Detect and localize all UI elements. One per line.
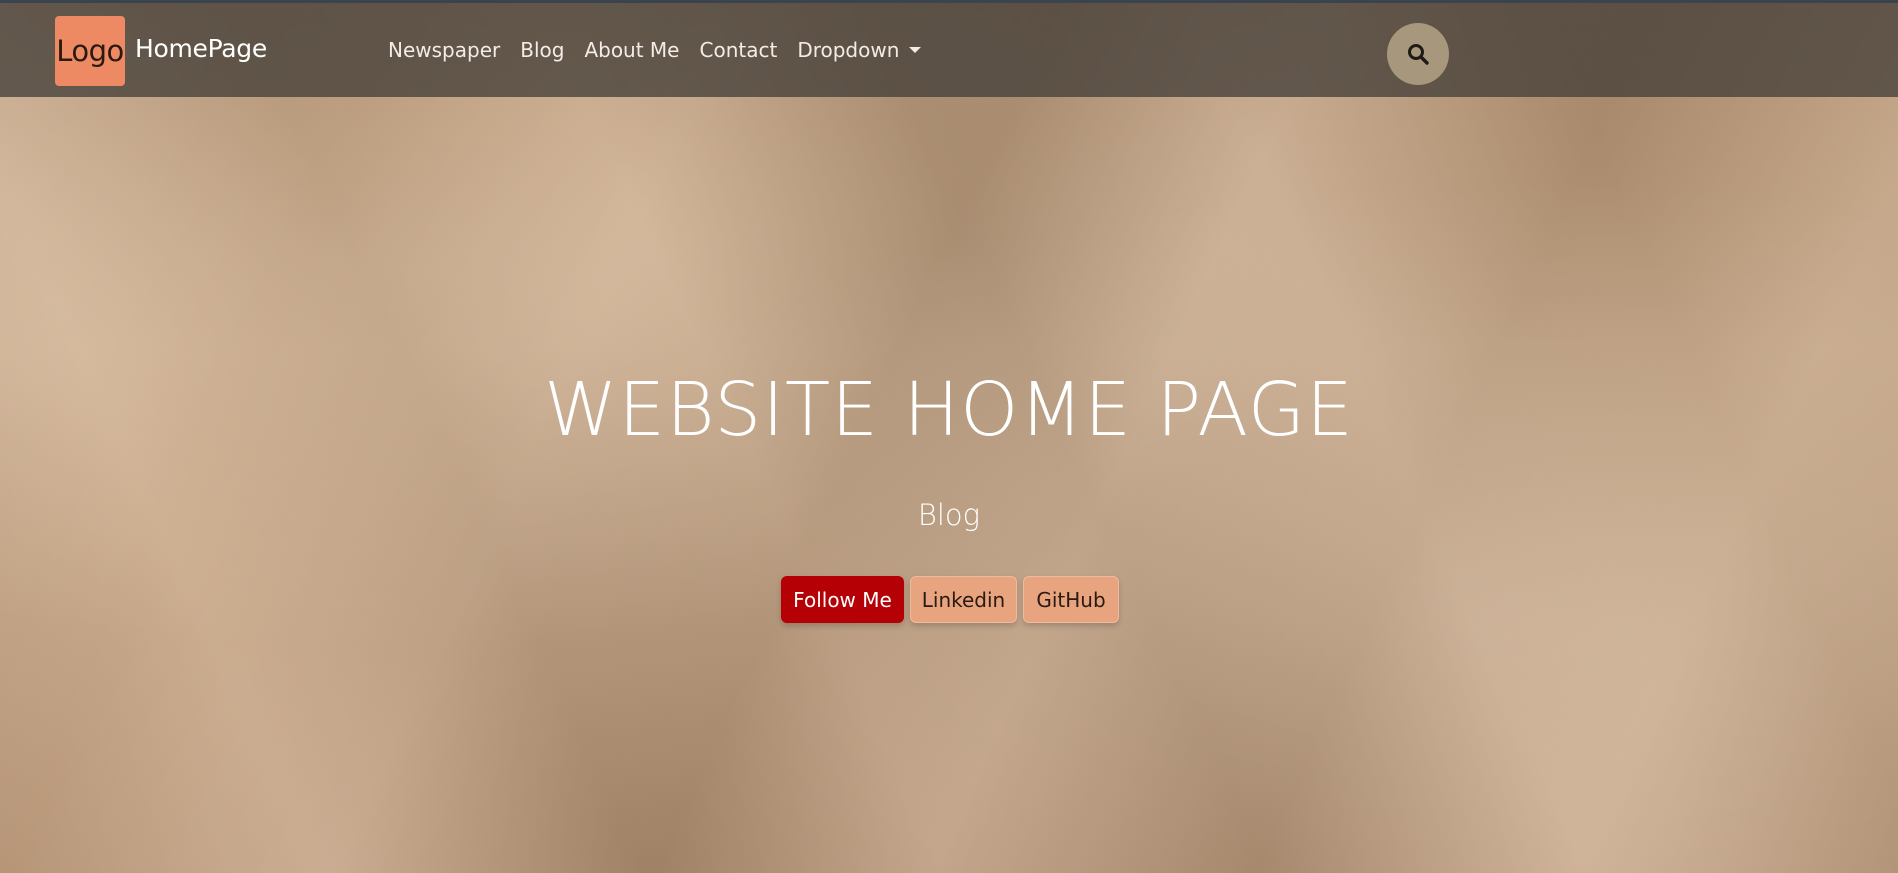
search-icon xyxy=(1408,44,1429,65)
brand-link[interactable]: HomePage xyxy=(135,34,267,63)
nav-link-about-me[interactable]: About Me xyxy=(584,38,679,62)
page-background: Logo HomePage Newspaper Blog About Me Co… xyxy=(0,0,1898,873)
nav-link-newspaper[interactable]: Newspaper xyxy=(388,38,500,62)
logo-text: Logo xyxy=(56,34,124,68)
nav-dropdown-label: Dropdown xyxy=(797,38,900,62)
navbar: Logo HomePage Newspaper Blog About Me Co… xyxy=(0,0,1898,97)
linkedin-button[interactable]: Linkedin xyxy=(910,576,1017,623)
caret-down-icon xyxy=(909,47,922,53)
github-button[interactable]: GitHub xyxy=(1023,576,1119,623)
follow-me-button[interactable]: Follow Me xyxy=(781,576,904,623)
hero-buttons: Follow Me Linkedin GitHub xyxy=(781,576,1119,623)
logo[interactable]: Logo xyxy=(55,16,125,86)
nav-links: Newspaper Blog About Me Contact Dropdown xyxy=(388,38,941,62)
hero-title: WEBSITE HOME PAGE xyxy=(544,367,1354,453)
search-button[interactable] xyxy=(1387,23,1449,85)
nav-link-blog[interactable]: Blog xyxy=(520,38,564,62)
nav-dropdown[interactable]: Dropdown xyxy=(797,38,922,62)
nav-link-contact[interactable]: Contact xyxy=(700,38,778,62)
hero-subtitle: Blog xyxy=(917,498,981,532)
